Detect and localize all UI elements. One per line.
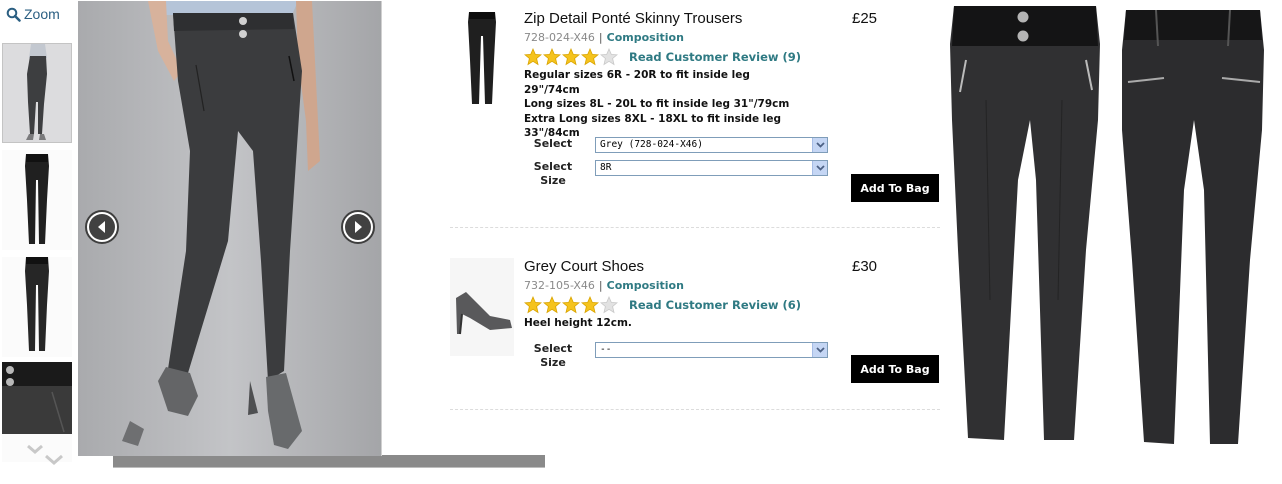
product-meta: 732-105-X46 | Composition xyxy=(524,279,684,292)
colour-select-value: Grey (728-024-X46) xyxy=(600,139,703,150)
star-filled-icon xyxy=(581,48,599,66)
product-description: Heel height 12cm. xyxy=(524,316,804,331)
dropdown-arrow-icon xyxy=(812,138,827,152)
product-card-shoes: Grey Court Shoes £30 732-105-X46 | Composi… xyxy=(450,258,940,398)
star-filled-icon xyxy=(562,48,580,66)
size-select-value: 8R xyxy=(600,162,612,173)
thumb-trousers-front-image xyxy=(25,154,49,244)
size-select[interactable]: -- xyxy=(595,342,828,358)
description-line: Heel height 12cm. xyxy=(524,317,632,329)
read-review-link[interactable]: Read Customer Review (9) xyxy=(629,50,801,64)
zoom-link[interactable]: Zoom xyxy=(6,5,60,23)
thumb-model-front-image xyxy=(3,44,71,142)
star-empty-icon xyxy=(600,48,618,66)
thumb-trousers-front[interactable] xyxy=(2,150,72,250)
read-review-link[interactable]: Read Customer Review (6) xyxy=(629,298,801,312)
thumb-trousers-back-image xyxy=(25,257,49,351)
star-filled-icon xyxy=(562,296,580,314)
description-line: Long sizes 8L - 20L to fit inside leg 31… xyxy=(524,98,790,110)
product-divider xyxy=(450,227,940,228)
select-size-label: Select Size xyxy=(533,342,573,369)
meta-separator: | xyxy=(598,31,603,44)
star-filled-icon xyxy=(543,296,561,314)
composition-link[interactable]: Composition xyxy=(607,279,684,292)
star-filled-icon xyxy=(524,296,542,314)
model-photo xyxy=(78,1,381,456)
chevron-left-icon xyxy=(98,221,105,233)
product-divider xyxy=(450,409,940,410)
zoom-label: Zoom xyxy=(24,6,60,22)
previous-image-button[interactable] xyxy=(85,210,119,244)
composition-link[interactable]: Composition xyxy=(607,31,684,44)
rating-stars xyxy=(524,296,618,314)
thumb-trousers-back[interactable] xyxy=(2,257,72,357)
star-filled-icon xyxy=(543,48,561,66)
add-to-bag-button[interactable]: Add To Bag xyxy=(851,174,939,202)
thumb-waistband-detail-image xyxy=(2,362,72,434)
product-description: Regular sizes 6R - 20R to fit inside leg… xyxy=(524,68,804,141)
select-colour-label: Select xyxy=(533,137,573,150)
chevron-down-icon xyxy=(27,444,63,465)
magnifier-icon xyxy=(6,7,21,22)
star-filled-icon xyxy=(581,296,599,314)
star-filled-icon xyxy=(524,48,542,66)
product-thumb-trousers[interactable] xyxy=(450,10,514,108)
meta-separator: | xyxy=(598,279,603,292)
product-name[interactable]: Zip Detail Ponté Skinny Trousers xyxy=(524,10,742,27)
product-code: 728-024-X46 xyxy=(524,31,595,44)
product-price: £30 xyxy=(852,258,878,275)
product-name[interactable]: Grey Court Shoes xyxy=(524,258,644,275)
product-large-image xyxy=(946,0,1282,484)
next-image-button[interactable] xyxy=(341,210,375,244)
size-select[interactable]: 8R xyxy=(595,160,828,176)
size-select-value: -- xyxy=(600,344,612,355)
dropdown-arrow-icon xyxy=(812,343,827,357)
thumb-model-front[interactable] xyxy=(2,43,72,143)
chevron-right-icon xyxy=(355,221,362,233)
star-empty-icon xyxy=(600,296,618,314)
trousers-thumb-image xyxy=(468,12,496,104)
rating-stars xyxy=(524,48,618,66)
description-line: Regular sizes 6R - 20R to fit inside leg… xyxy=(524,69,750,96)
shoes-thumb-image xyxy=(450,258,514,356)
product-card-trousers: Zip Detail Ponté Skinny Trousers £25 728… xyxy=(450,10,940,220)
colour-select[interactable]: Grey (728-024-X46) xyxy=(595,137,828,153)
main-image-viewer xyxy=(78,1,382,456)
trousers-front-back-image xyxy=(950,6,1264,444)
viewer-shadow xyxy=(113,455,545,468)
product-code: 732-105-X46 xyxy=(524,279,595,292)
select-size-label: Select Size xyxy=(533,160,573,187)
scroll-down-button[interactable] xyxy=(24,442,66,468)
dropdown-arrow-icon xyxy=(812,161,827,175)
product-price: £25 xyxy=(852,10,878,27)
product-meta: 728-024-X46 | Composition xyxy=(524,31,684,44)
product-thumb-shoes[interactable] xyxy=(450,258,514,356)
add-to-bag-button[interactable]: Add To Bag xyxy=(851,355,939,383)
